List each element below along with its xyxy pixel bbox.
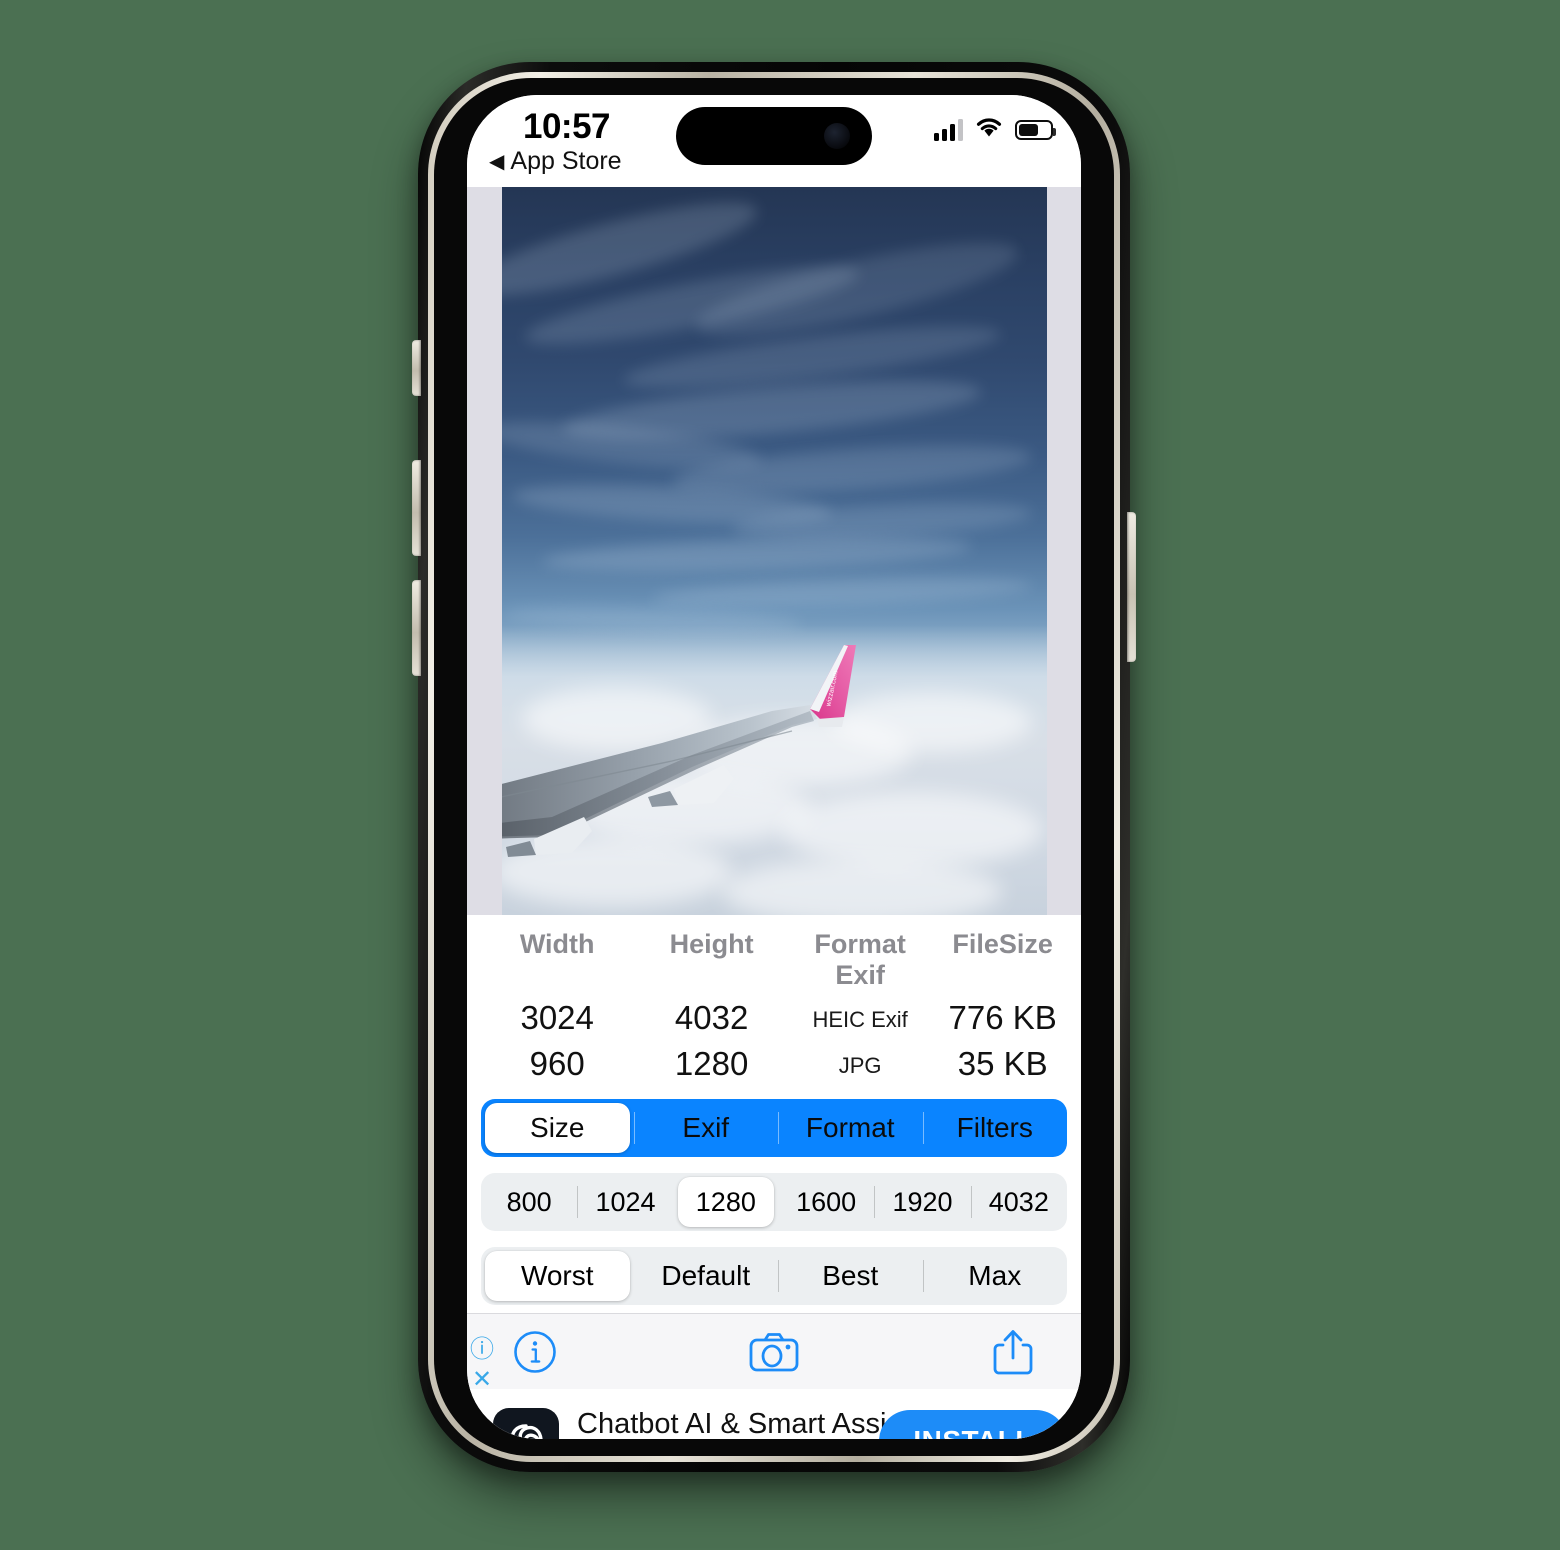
ad-title: Chatbot AI & Smart Assistant [577, 1408, 950, 1439]
cell-output-height: 1280 [674, 1045, 749, 1082]
phone-frame: 10:57 ◀ App Store wizzair.com Width Heig… [412, 62, 1136, 1472]
quality-option-max[interactable]: Max [922, 1247, 1068, 1305]
action-button[interactable] [412, 340, 421, 396]
ad-banner[interactable]: Chatbot AI & Smart Assistant 4.6 ★ FREE … [467, 1389, 1081, 1439]
size-option-1920-label: 1920 [892, 1186, 953, 1217]
size-options[interactable]: 800 1024 1280 1600 1920 4032 [481, 1173, 1067, 1231]
back-label: App Store [510, 147, 622, 175]
size-option-1600-label: 1600 [796, 1186, 857, 1217]
col-header-height: Height [669, 929, 754, 959]
cell-output-format: JPG [838, 1053, 882, 1078]
size-option-1024[interactable]: 1024 [577, 1173, 673, 1231]
cell-output-filesize: 35 KB [957, 1045, 1048, 1082]
tab-filters[interactable]: Filters [922, 1099, 1068, 1157]
size-option-1024-label: 1024 [595, 1186, 656, 1217]
ad-text-block: Chatbot AI & Smart Assistant 4.6 ★ FREE [577, 1408, 950, 1439]
wifi-icon [975, 117, 1003, 143]
tab-exif[interactable]: Exif [633, 1099, 779, 1157]
cell-output-width: 960 [529, 1045, 585, 1082]
ad-info-icon[interactable]: ⓘ [470, 1338, 494, 1362]
table-header-row: Width Height Format Exif FileSize [477, 921, 1071, 995]
back-to-app-store-link[interactable]: ◀ App Store [489, 147, 622, 176]
cell-original-format: HEIC Exif [812, 1007, 908, 1032]
quality-option-default[interactable]: Default [634, 1247, 779, 1305]
volume-up-button[interactable] [412, 460, 421, 556]
cell-original-filesize: 776 KB [948, 999, 1057, 1036]
share-icon[interactable] [987, 1326, 1039, 1378]
size-option-800[interactable]: 800 [481, 1173, 577, 1231]
size-option-1920[interactable]: 1920 [874, 1173, 970, 1231]
ad-app-icon [493, 1408, 559, 1439]
size-option-1280-label: 1280 [695, 1186, 756, 1217]
col-header-format: Format Exif [814, 929, 906, 990]
quality-options[interactable]: Worst Default Best Max [481, 1247, 1067, 1305]
dynamic-island [676, 107, 872, 165]
image-info-table: Width Height Format Exif FileSize 3024 4… [467, 915, 1081, 1091]
quality-options-container: Worst Default Best Max [467, 1239, 1081, 1313]
quality-option-max-label: Max [968, 1260, 1022, 1291]
airplane-wing: wizzair.com [502, 639, 922, 889]
status-bar-indicators [934, 117, 1056, 143]
camera-icon[interactable] [748, 1326, 800, 1378]
status-bar: 10:57 ◀ App Store [467, 95, 1081, 187]
tab-exif-label: Exif [682, 1112, 730, 1143]
mode-tabs[interactable]: Size Exif Format Filters [481, 1099, 1067, 1157]
tab-format-label: Format [805, 1112, 895, 1143]
size-options-container: 800 1024 1280 1600 1920 4032 [467, 1165, 1081, 1239]
table-row: 960 1280 JPG 35 KB [477, 1041, 1071, 1087]
size-option-1280[interactable]: 1280 [677, 1177, 774, 1227]
ad-badges: ⓘ ✕ [462, 1338, 502, 1392]
size-option-4032-label: 4032 [988, 1186, 1049, 1217]
tab-size[interactable]: Size [485, 1103, 630, 1153]
photo-preview-area[interactable]: wizzair.com [467, 187, 1081, 915]
ad-close-icon[interactable]: ✕ [472, 1368, 492, 1392]
col-header-filesize: FileSize [952, 929, 1053, 959]
info-icon[interactable] [509, 1326, 561, 1378]
status-bar-time: 10:57 [523, 107, 611, 146]
quality-option-default-label: Default [661, 1260, 751, 1291]
quality-option-worst[interactable]: Worst [485, 1251, 630, 1301]
front-camera-icon [824, 123, 850, 149]
size-option-800-label: 800 [506, 1186, 552, 1217]
battery-icon [1015, 120, 1056, 140]
install-button[interactable]: INSTALL [879, 1410, 1067, 1439]
tab-size-label: Size [530, 1112, 585, 1143]
table-row: 3024 4032 HEIC Exif 776 KB [477, 995, 1071, 1041]
phone-screen: 10:57 ◀ App Store wizzair.com Width Heig… [467, 95, 1081, 1439]
tab-format[interactable]: Format [778, 1099, 923, 1157]
quality-option-worst-label: Worst [520, 1260, 594, 1291]
quality-option-best-label: Best [822, 1260, 879, 1291]
quality-option-best[interactable]: Best [778, 1247, 923, 1305]
size-option-4032[interactable]: 4032 [970, 1173, 1067, 1231]
bottom-toolbar [467, 1313, 1081, 1389]
col-header-width: Width [519, 929, 595, 959]
volume-down-button[interactable] [412, 580, 421, 676]
cell-original-height: 4032 [674, 999, 749, 1036]
photo-image: wizzair.com [502, 187, 1047, 915]
back-arrow-icon: ◀ [489, 150, 505, 173]
power-button[interactable] [1127, 512, 1136, 662]
mode-tabs-container: Size Exif Format Filters [467, 1091, 1081, 1165]
cell-original-width: 3024 [520, 999, 594, 1036]
tab-filters-label: Filters [956, 1112, 1033, 1143]
cellular-signal-icon [934, 119, 963, 141]
size-option-1600[interactable]: 1600 [778, 1173, 874, 1231]
